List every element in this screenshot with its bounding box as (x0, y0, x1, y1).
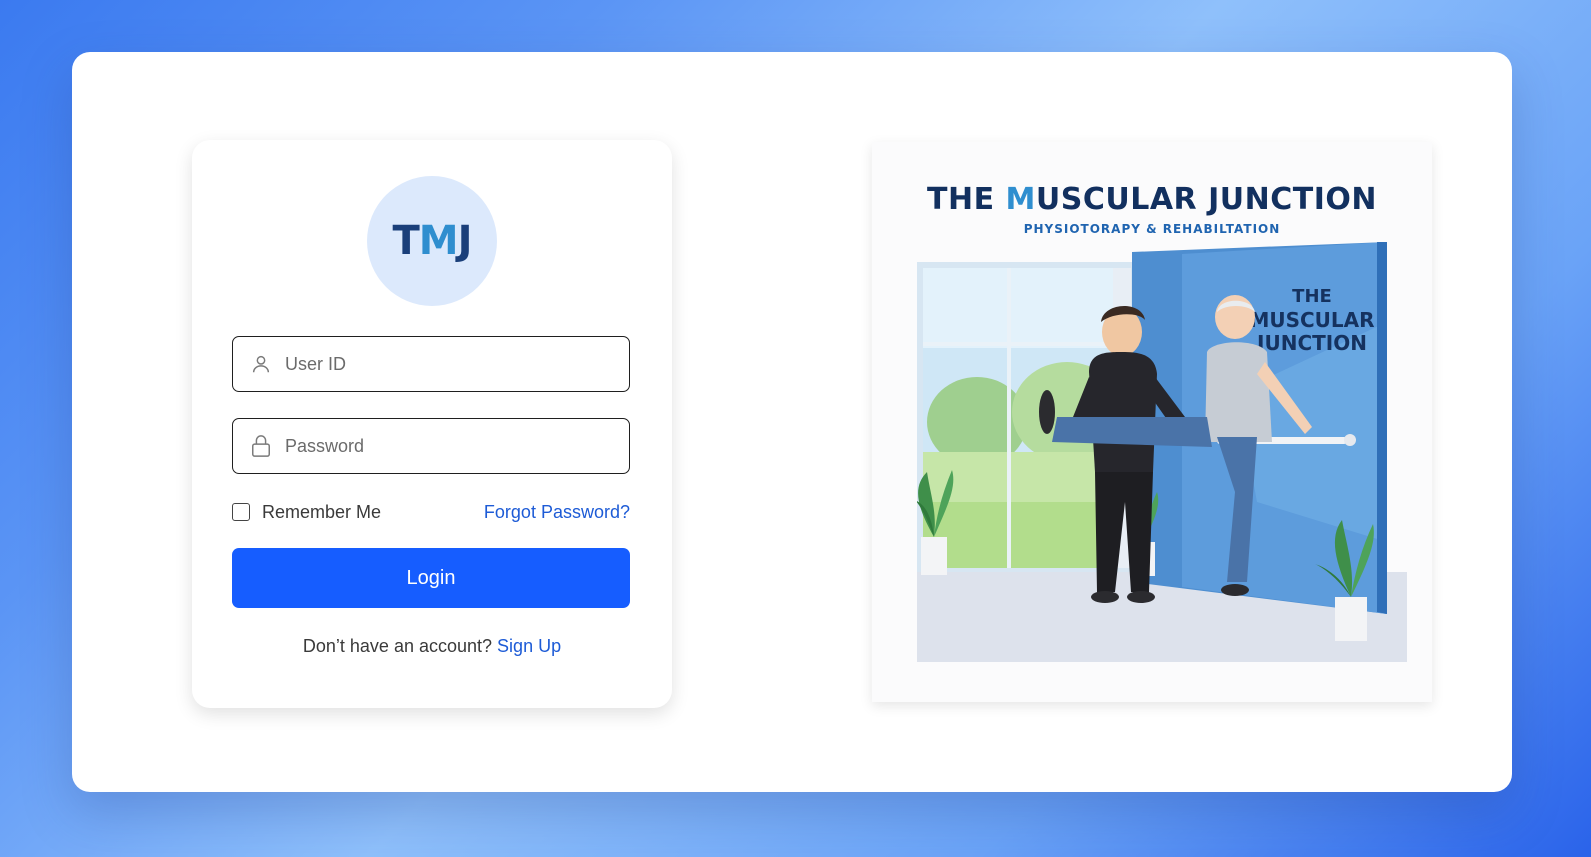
wall-text-line3: JUNCTION (1255, 331, 1367, 355)
promo-image: THE MUSCULAR JUNCTION PHYSIOTORAPY & REH… (872, 142, 1432, 702)
logo-letter-m: M (418, 218, 459, 264)
remember-me[interactable]: Remember Me (232, 502, 381, 523)
wall-text-line2: MUSCULAR (1249, 308, 1374, 332)
logo-text: TMJ (392, 218, 473, 264)
password-field[interactable] (232, 418, 630, 474)
login-card: TMJ Remember Me (192, 140, 672, 708)
main-card: TMJ Remember Me (72, 52, 1512, 792)
logo-letter-t: T (392, 218, 420, 264)
options-row: Remember Me Forgot Password? (232, 498, 630, 526)
tmj-logo: TMJ (367, 176, 497, 306)
remember-me-label: Remember Me (262, 501, 382, 522)
lock-icon (249, 434, 273, 458)
promo-title-end: USCULAR JUNCTION (1035, 182, 1377, 217)
login-button[interactable]: Login (232, 548, 630, 608)
physiotherapy-illustration: THE MUSCULAR JUNCTION (917, 242, 1407, 662)
signup-row: Don’t have an account? Sign Up (192, 636, 672, 657)
userid-field[interactable] (232, 336, 630, 392)
signup-prompt: Don’t have an account? (302, 636, 493, 656)
forgot-password-link[interactable]: Forgot Password? (484, 502, 630, 523)
password-input[interactable] (285, 435, 605, 457)
user-icon (249, 352, 273, 376)
promo-title-m: M (1005, 182, 1036, 217)
userid-input[interactable] (285, 353, 605, 375)
signup-link[interactable]: Sign Up (497, 636, 561, 656)
promo-title-start: THE (927, 182, 1006, 217)
wall-text-line1: THE (1292, 286, 1332, 307)
remember-me-checkbox[interactable] (232, 503, 250, 521)
promo-subtitle: PHYSIOTORAPY & REHABILTATION (1023, 222, 1281, 236)
promo-title: THE MUSCULAR JUNCTION (872, 182, 1432, 217)
logo-letter-j: J (457, 218, 473, 264)
